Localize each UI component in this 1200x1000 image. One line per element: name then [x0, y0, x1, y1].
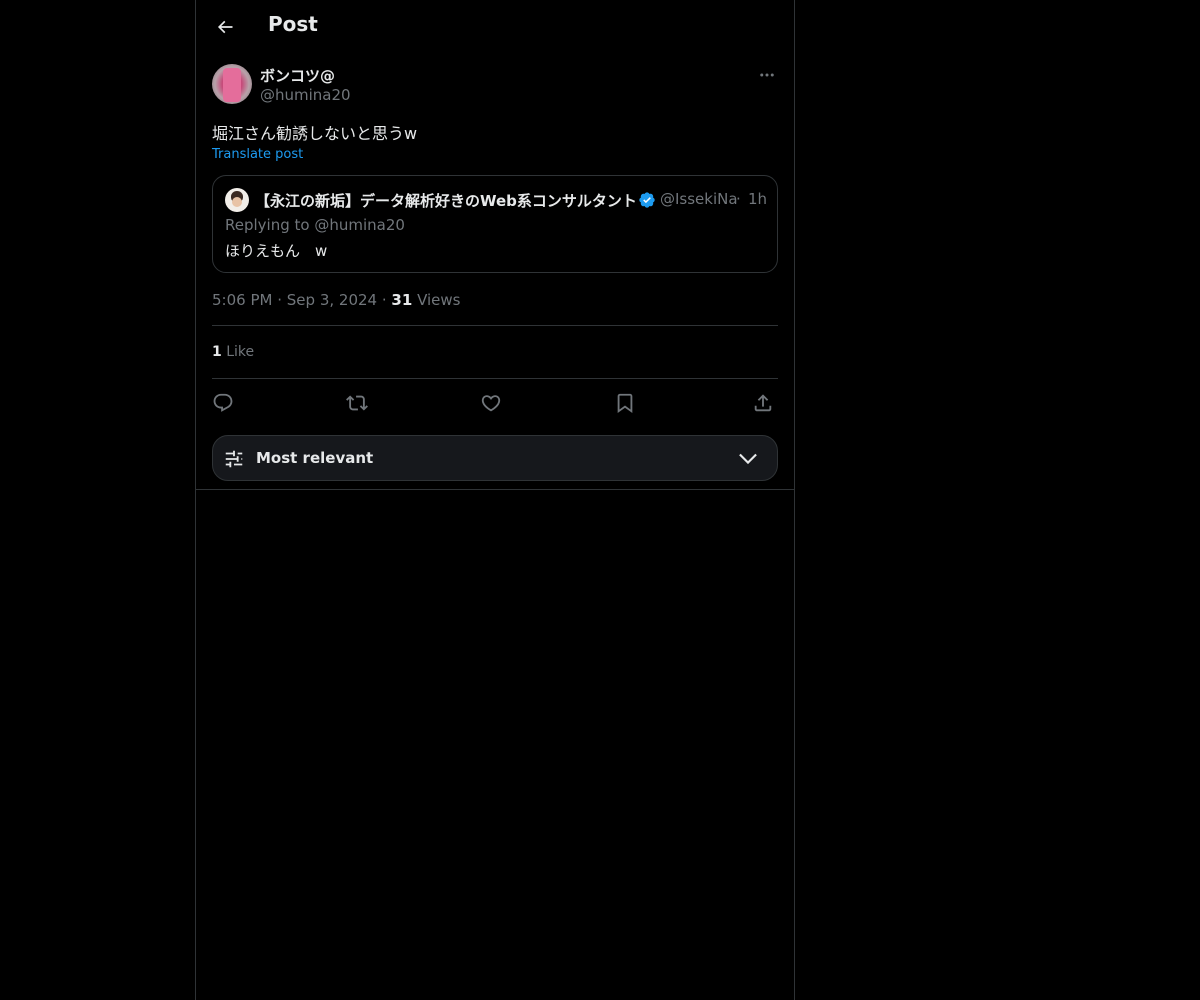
post-text: 堀江さん勧誘しないと思うw	[212, 124, 418, 143]
post-meta: 5:06 PM · Sep 3, 2024 · 31 Views	[212, 291, 460, 309]
verified-badge-icon	[639, 192, 655, 208]
likes-count: 1	[212, 344, 222, 360]
sliders-icon	[225, 450, 243, 468]
quoted-author-handle: @IssekiNa	[660, 190, 738, 208]
separator-dot: ·	[381, 291, 392, 309]
quoted-post-text: ほりえもん w	[225, 242, 328, 260]
repost-button[interactable]	[344, 390, 370, 416]
separator-dot: ·	[736, 190, 741, 208]
separator-dot: ·	[277, 291, 287, 309]
chevron-down-icon	[739, 453, 757, 465]
action-bar	[212, 390, 778, 416]
quoted-post-time: 1h	[748, 190, 768, 208]
more-horizontal-icon	[760, 73, 774, 77]
author-avatar[interactable]	[212, 64, 252, 104]
page-title: Post	[268, 12, 318, 36]
sort-replies-dropdown[interactable]: Most relevant	[212, 435, 778, 481]
replying-to: Replying to @humina20	[225, 216, 405, 234]
share-icon	[754, 394, 772, 412]
bookmark-icon	[617, 393, 633, 414]
author-name[interactable]: ボンコツ@	[260, 65, 335, 86]
likes-label: Like	[226, 344, 255, 360]
divider	[212, 325, 778, 326]
reply-icon	[213, 393, 233, 412]
bookmark-button[interactable]	[612, 390, 638, 416]
likes-link[interactable]: 1 Like	[212, 344, 254, 360]
sort-label: Most relevant	[256, 449, 374, 467]
header: Post	[196, 0, 794, 54]
divider	[212, 378, 778, 379]
post-detail-column: Post ボンコツ@ @humina20 堀江さん勧誘しないと思うw Trans…	[195, 0, 795, 1000]
quoted-author-avatar	[225, 188, 249, 212]
divider	[196, 489, 794, 490]
quoted-author-name: 【永江の新垢】データ解析好きのWeb系コンサルタント永	[255, 192, 635, 210]
repost-icon	[346, 395, 368, 411]
quoted-post[interactable]: 【永江の新垢】データ解析好きのWeb系コンサルタント永 @IssekiNa · …	[212, 175, 778, 273]
more-button[interactable]	[756, 66, 778, 84]
like-button[interactable]	[478, 390, 504, 416]
heart-icon	[481, 395, 501, 412]
translate-post-link[interactable]: Translate post	[212, 147, 303, 162]
share-button[interactable]	[750, 390, 776, 416]
arrow-left-icon	[217, 20, 233, 34]
views-label: Views	[417, 291, 461, 309]
views-count: 31	[391, 291, 413, 309]
reply-button[interactable]	[210, 390, 236, 416]
author-handle[interactable]: @humina20	[260, 86, 351, 104]
back-button[interactable]	[208, 10, 242, 44]
post-date[interactable]: Sep 3, 2024	[287, 291, 377, 309]
post-time[interactable]: 5:06 PM	[212, 291, 272, 309]
